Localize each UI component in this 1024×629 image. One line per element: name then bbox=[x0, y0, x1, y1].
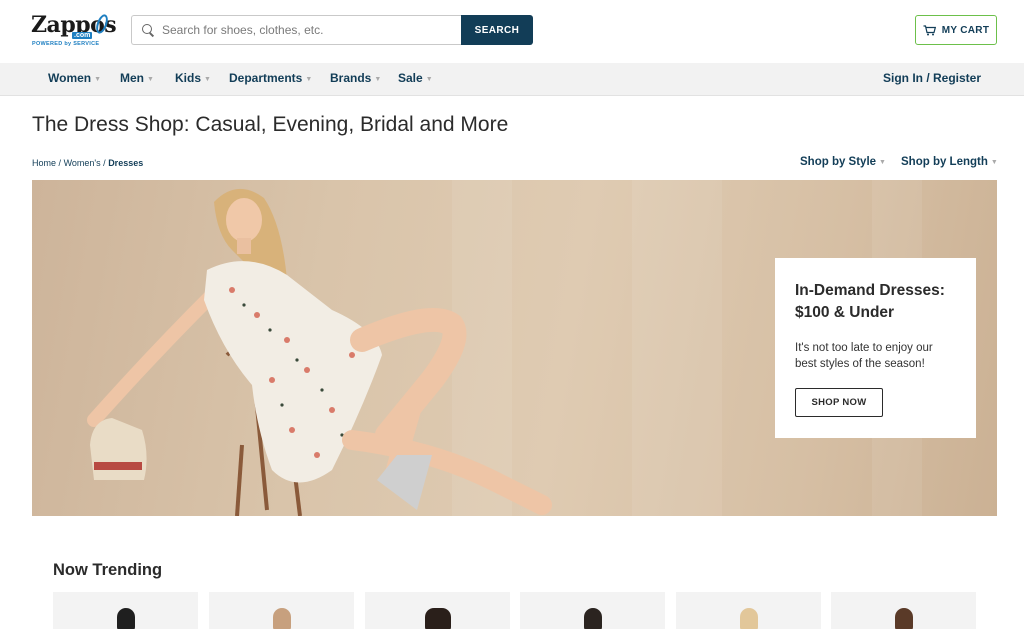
promo-title-line: $100 & Under bbox=[795, 304, 895, 321]
breadcrumb-separator: / bbox=[103, 158, 106, 168]
model-photo bbox=[87, 188, 552, 516]
sign-in-register-link[interactable]: Sign In / Register bbox=[883, 63, 981, 96]
search-box bbox=[131, 15, 462, 45]
breadcrumb-home[interactable]: Home bbox=[32, 158, 56, 168]
nav-item-sale[interactable]: Sale ▼ bbox=[398, 63, 433, 96]
promo-title: In-Demand Dresses: $100 & Under bbox=[795, 280, 956, 324]
search-input[interactable] bbox=[162, 23, 452, 37]
backdrop-fold bbox=[632, 180, 722, 516]
breadcrumb-separator: / bbox=[58, 158, 62, 168]
promo-title-line: In-Demand Dresses: bbox=[795, 282, 945, 299]
nav-item-label: Brands bbox=[330, 71, 372, 85]
product-thumbnail bbox=[116, 608, 135, 629]
breadcrumb: Home / Women's / Dresses bbox=[32, 158, 143, 168]
promo-card: In-Demand Dresses: $100 & Under It's not… bbox=[775, 258, 976, 438]
trending-product-card[interactable] bbox=[365, 592, 510, 629]
nav-item-label: Women bbox=[48, 71, 92, 85]
chevron-down-icon: ▼ bbox=[147, 76, 154, 83]
trending-product-card[interactable] bbox=[53, 592, 198, 629]
product-thumbnail bbox=[739, 608, 758, 629]
product-thumbnail bbox=[583, 608, 602, 629]
search-button[interactable]: SEARCH bbox=[461, 15, 533, 45]
chevron-down-icon: ▼ bbox=[204, 76, 211, 83]
chevron-down-icon: ▼ bbox=[879, 159, 886, 166]
logo-com: .com bbox=[72, 32, 93, 39]
nav-item-label: Departments bbox=[229, 71, 303, 85]
product-thumbnail bbox=[272, 608, 291, 629]
chevron-down-icon: ▼ bbox=[374, 76, 382, 83]
nav-item-brands[interactable]: Brands ▼ bbox=[330, 63, 381, 96]
shop-by-length-dropdown[interactable]: Shop by Length ▼ bbox=[901, 156, 998, 168]
shop-by-style-label: Shop by Style bbox=[800, 156, 877, 168]
promo-description: It's not too late to enjoy our best styl… bbox=[795, 342, 933, 370]
nav-item-label: Kids bbox=[175, 71, 202, 85]
shop-now-button[interactable]: SHOP NOW bbox=[795, 388, 883, 417]
my-cart-button[interactable]: MY CART bbox=[915, 15, 997, 45]
trending-product-card[interactable] bbox=[209, 592, 354, 629]
logo-tagline: POWERED by SERVICE bbox=[32, 41, 100, 47]
now-trending-heading: Now Trending bbox=[53, 561, 163, 579]
breadcrumb-current: Dresses bbox=[108, 158, 144, 168]
nav-item-departments[interactable]: Departments ▼ bbox=[229, 63, 312, 96]
product-thumbnail bbox=[894, 608, 913, 629]
trending-product-card[interactable] bbox=[520, 592, 665, 629]
main-nav: Women ▼ Men ▼ Kids ▼ Departments ▼ Brands ▼ S… bbox=[0, 63, 1024, 96]
site-header: Zappos .com POWERED by SERVICE SEARCH MY… bbox=[0, 0, 1024, 63]
chevron-down-icon: ▼ bbox=[94, 76, 102, 83]
nav-item-label: Sale bbox=[398, 71, 423, 85]
search-icon bbox=[142, 24, 154, 36]
product-thumbnail bbox=[424, 608, 451, 629]
chevron-down-icon: ▼ bbox=[425, 76, 433, 83]
trending-product-card[interactable] bbox=[676, 592, 821, 629]
zappos-logo[interactable]: Zappos .com POWERED by SERVICE bbox=[31, 12, 117, 48]
shop-by-length-label: Shop by Length bbox=[901, 156, 988, 168]
cart-icon bbox=[923, 24, 936, 36]
nav-item-men[interactable]: Men ▼ bbox=[120, 63, 154, 96]
nav-item-label: Men bbox=[120, 71, 144, 85]
page-title: The Dress Shop: Casual, Evening, Bridal … bbox=[32, 113, 509, 136]
nav-item-women[interactable]: Women ▼ bbox=[48, 63, 101, 96]
cart-label: MY CART bbox=[941, 24, 990, 36]
chevron-down-icon: ▼ bbox=[305, 76, 313, 83]
breadcrumb-womens[interactable]: Women's bbox=[64, 158, 101, 168]
shop-by-style-dropdown[interactable]: Shop by Style ▼ bbox=[800, 156, 886, 168]
nav-item-kids[interactable]: Kids ▼ bbox=[175, 63, 211, 96]
chevron-down-icon: ▼ bbox=[990, 159, 998, 166]
trending-product-card[interactable] bbox=[831, 592, 976, 629]
